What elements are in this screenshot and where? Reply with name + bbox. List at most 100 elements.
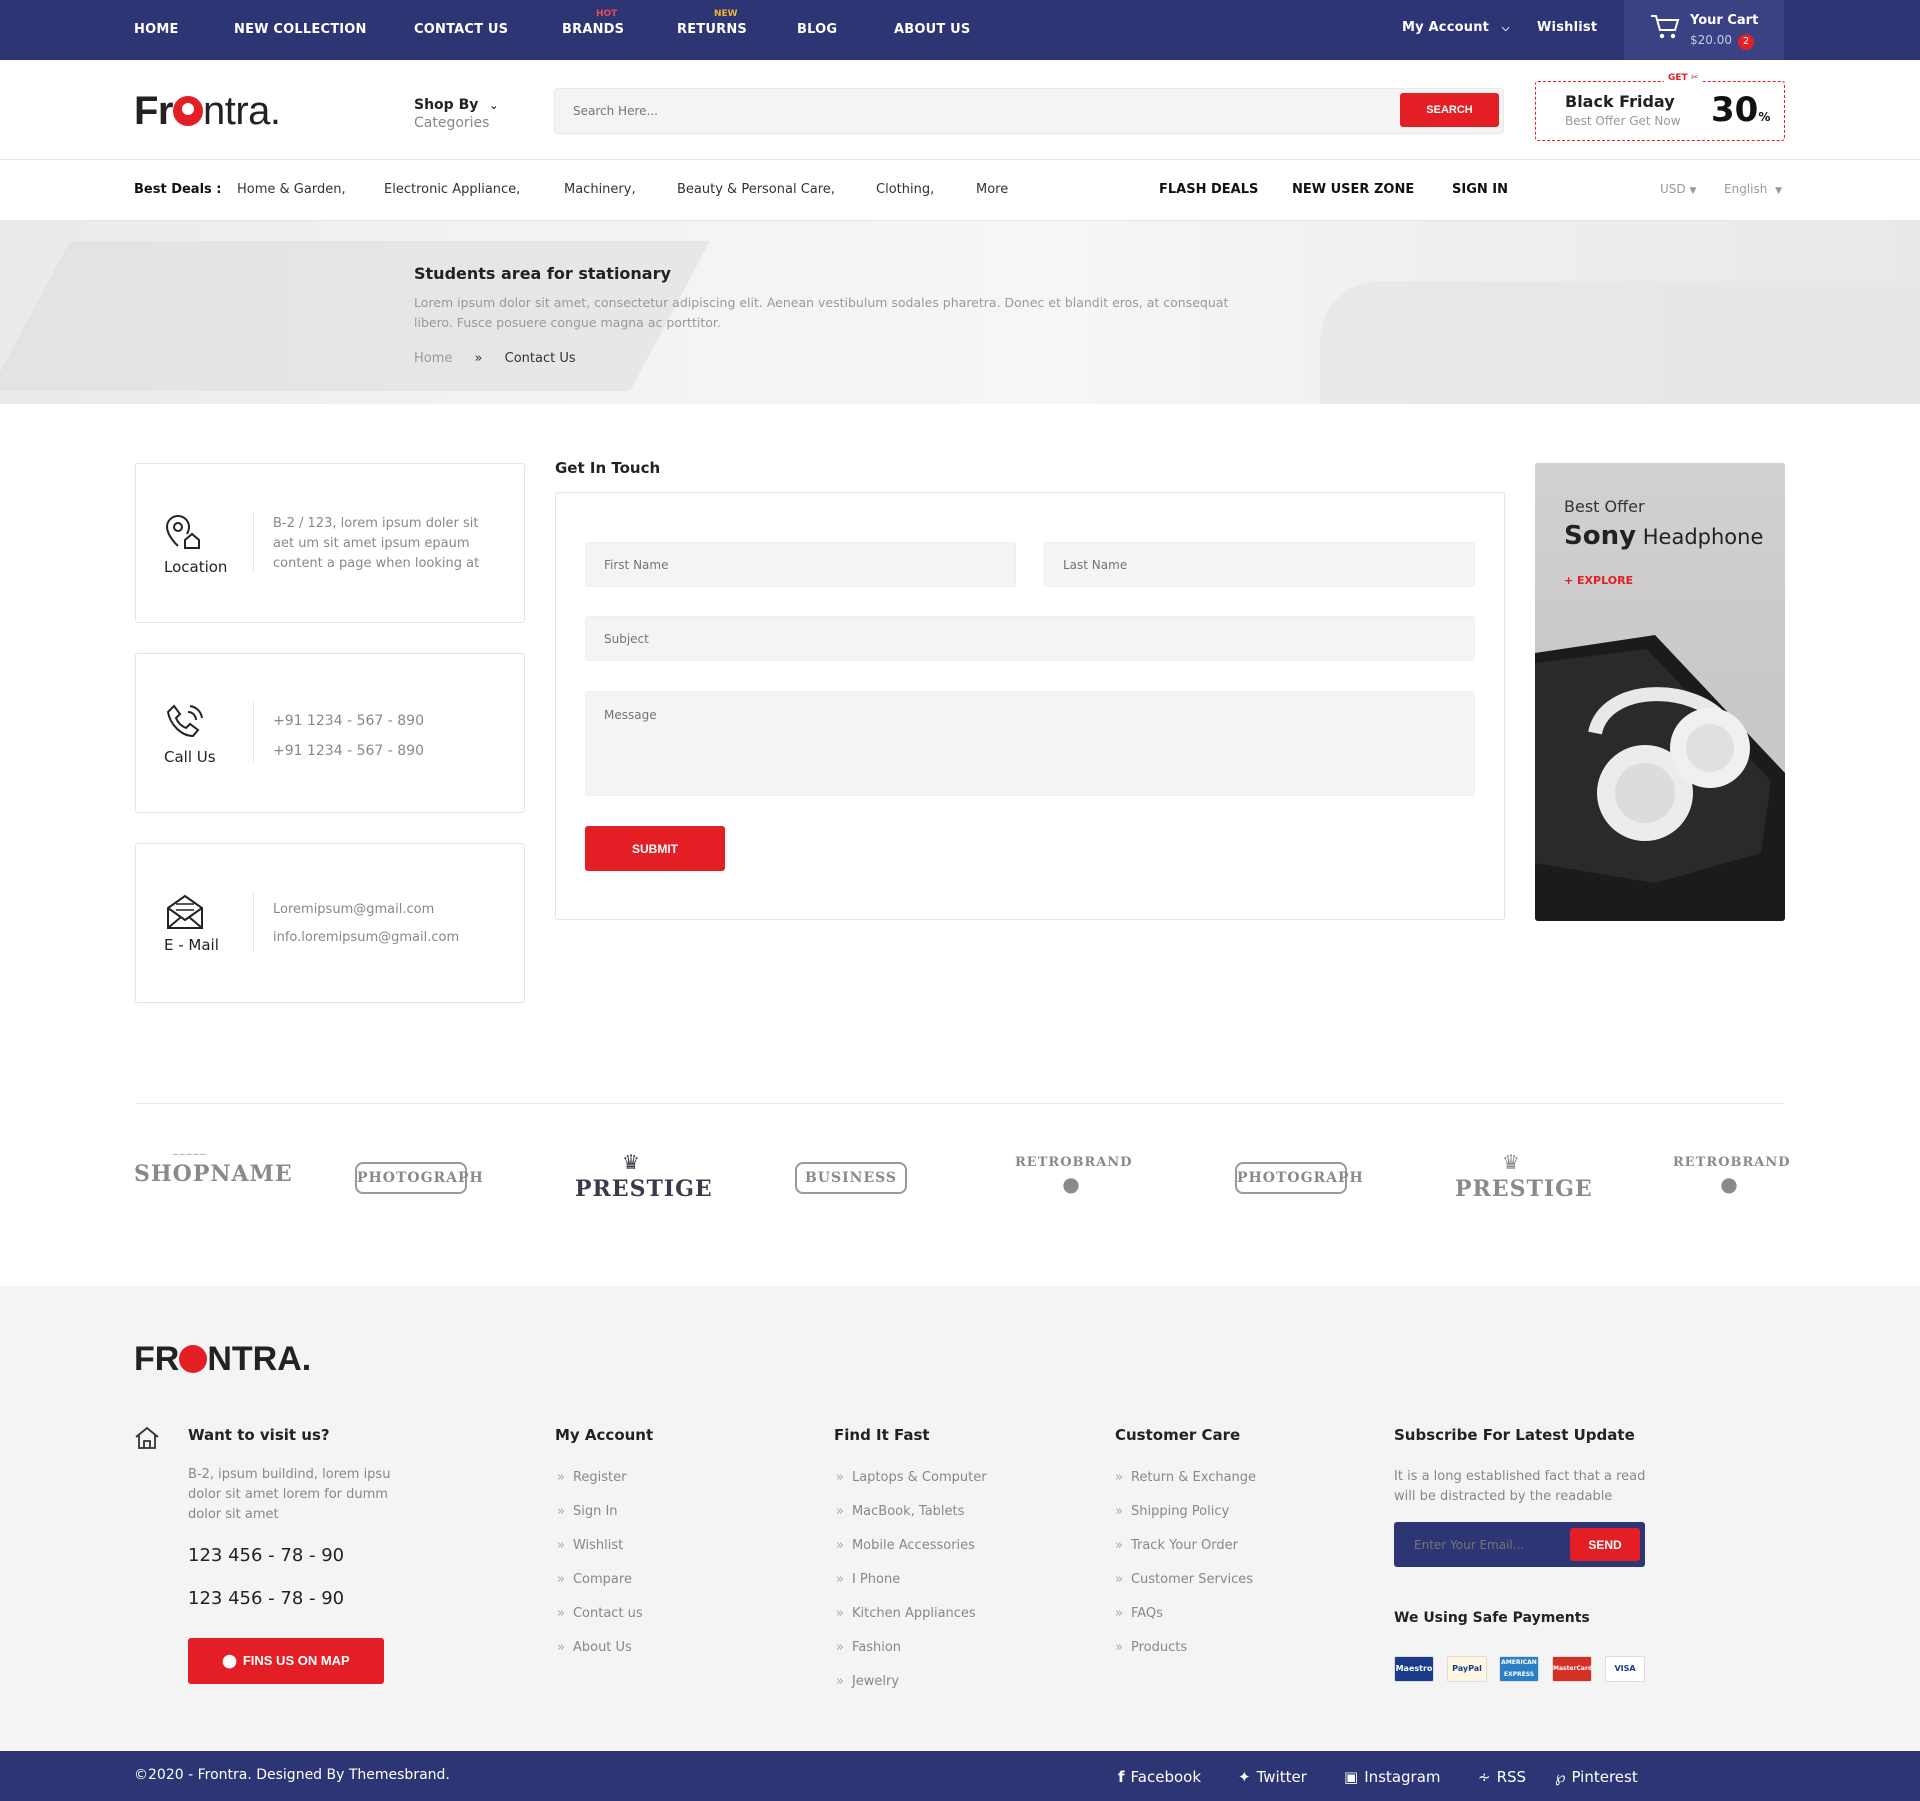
site-logo[interactable]: Fr ntra. <box>134 88 281 134</box>
footer-link-macbook[interactable]: MacBook, Tablets <box>836 1504 964 1519</box>
cart-count-badge: 2 <box>1738 34 1754 50</box>
footer-link-customer-services[interactable]: Customer Services <box>1115 1572 1253 1587</box>
pinterest-link[interactable]: ℘ Pinterest <box>1555 1768 1638 1786</box>
my-account-title: My Account <box>555 1426 654 1444</box>
email-address[interactable]: info.loremipsum@gmail.com <box>273 924 459 952</box>
deal-more[interactable]: More <box>976 182 1008 197</box>
facebook-link[interactable]: f Facebook <box>1118 1768 1201 1786</box>
message-field[interactable] <box>585 691 1475 796</box>
subscribe-email-input[interactable] <box>1394 1522 1564 1567</box>
call-card: Call Us +91 1234 - 567 - 890 +91 1234 - … <box>135 653 525 813</box>
deal-electronic-appliance[interactable]: Electronic Appliance, <box>384 182 520 197</box>
footer-link-shipping-policy[interactable]: Shipping Policy <box>1115 1504 1229 1519</box>
nav-new-collection[interactable]: NEW COLLECTION <box>234 22 367 37</box>
subscribe-form: SEND <box>1394 1522 1645 1567</box>
envelope-icon <box>167 894 203 929</box>
footer-phone[interactable]: 123 456 - 78 - 90 <box>188 1588 344 1609</box>
email-address[interactable]: Loremipsum@gmail.com <box>273 896 459 924</box>
visa-icon: VISA <box>1605 1656 1645 1682</box>
deal-machinery[interactable]: Machinery, <box>564 182 636 197</box>
instagram-icon: ▣ <box>1344 1768 1359 1786</box>
brand-logo[interactable]: PHOTOGRAPH <box>355 1150 483 1230</box>
send-button[interactable]: SEND <box>1570 1528 1640 1561</box>
shop-by-categories[interactable]: Shop By ⌄ Categories <box>414 97 498 131</box>
divider <box>253 512 254 572</box>
footer-link-laptops[interactable]: Laptops & Computer <box>836 1470 987 1485</box>
currency-select[interactable]: USD ▼ <box>1660 182 1696 196</box>
sign-in-link[interactable]: SIGN IN <box>1452 182 1508 197</box>
rss-link[interactable]: ∻ RSS <box>1478 1768 1526 1786</box>
footer-link-about-us[interactable]: About Us <box>557 1640 632 1655</box>
promo-get-label: GET ✂ <box>1664 73 1703 83</box>
brand-logo[interactable]: ♛ PRESTIGE <box>575 1150 712 1230</box>
my-account-dropdown[interactable]: My Account ⌵ <box>1402 20 1510 35</box>
copyright-text: ©2020 - Frontra. Designed By Themesbrand… <box>134 1767 450 1783</box>
footer-link-iphone[interactable]: I Phone <box>836 1572 900 1587</box>
last-name-field[interactable] <box>1044 542 1475 587</box>
nav-home[interactable]: HOME <box>134 22 179 37</box>
footer-link-compare[interactable]: Compare <box>557 1572 632 1587</box>
new-user-zone-link[interactable]: NEW USER ZONE <box>1292 182 1414 197</box>
best-offer-banner[interactable]: Best Offer Sony Headphone + EXPLORE <box>1535 463 1785 921</box>
nav-contact-us[interactable]: CONTACT US <box>414 22 508 37</box>
flash-deals-link[interactable]: FLASH DEALS <box>1159 182 1258 197</box>
promo-discount: 30% <box>1711 90 1771 130</box>
footer-link-register[interactable]: Register <box>557 1470 627 1485</box>
footer-link-contact-us[interactable]: Contact us <box>557 1606 643 1621</box>
brand-logo[interactable]: PHOTOGRAPH <box>1235 1150 1363 1230</box>
call-label: Call Us <box>164 748 216 766</box>
find-us-on-map-button[interactable]: ⬤ FINS US ON MAP <box>188 1638 384 1684</box>
submit-button[interactable]: SUBMIT <box>585 826 725 871</box>
phone-number[interactable]: +91 1234 - 567 - 890 <box>273 736 424 766</box>
wishlist-link[interactable]: Wishlist <box>1537 20 1597 35</box>
footer-link-return-exchange[interactable]: Return & Exchange <box>1115 1470 1256 1485</box>
promo-subtitle: Best Offer Get Now <box>1565 114 1681 128</box>
footer-logo[interactable]: FR NTRA. <box>134 1336 311 1382</box>
footer-link-products[interactable]: Products <box>1115 1640 1187 1655</box>
brand-logo[interactable]: BUSINESS <box>795 1150 907 1230</box>
customer-care-title: Customer Care <box>1115 1426 1241 1444</box>
top-navigation-bar: HOME NEW COLLECTION CONTACT US HOT BRAND… <box>0 0 1920 60</box>
footer-link-sign-in[interactable]: Sign In <box>557 1504 618 1519</box>
banner-title: Students area for stationary <box>414 264 671 283</box>
twitter-link[interactable]: ✦ Twitter <box>1238 1768 1307 1786</box>
nav-brands[interactable]: BRANDS <box>562 22 624 37</box>
footer-link-fashion[interactable]: Fashion <box>836 1640 901 1655</box>
desk-objects-image <box>1320 281 1920 404</box>
footer-link-kitchen-appliances[interactable]: Kitchen Appliances <box>836 1606 976 1621</box>
footer-link-faqs[interactable]: FAQs <box>1115 1606 1163 1621</box>
apple-icon: ● <box>1720 1172 1738 1196</box>
deal-home-garden[interactable]: Home & Garden, <box>237 182 346 197</box>
bottom-bar: ©2020 - Frontra. Designed By Themesbrand… <box>0 1751 1920 1801</box>
breadcrumb-home[interactable]: Home <box>414 351 452 366</box>
footer-link-mobile-accessories[interactable]: Mobile Accessories <box>836 1538 975 1553</box>
footer-link-jewelry[interactable]: Jewelry <box>836 1674 899 1689</box>
footer-phone[interactable]: 123 456 - 78 - 90 <box>188 1545 344 1566</box>
crown-icon: ♛ <box>1502 1150 1520 1174</box>
black-friday-promo[interactable]: GET ✂ Black Friday Best Offer Get Now 30… <box>1535 73 1785 141</box>
phone-number[interactable]: +91 1234 - 567 - 890 <box>273 706 424 736</box>
brand-logo[interactable]: ♛ PRESTIGE <box>1455 1150 1592 1230</box>
language-select[interactable]: English ▼ <box>1724 182 1782 196</box>
breadcrumb-current: Contact Us <box>504 351 576 366</box>
search-input[interactable] <box>554 88 1504 134</box>
nav-about-us[interactable]: ABOUT US <box>894 22 971 37</box>
nav-returns[interactable]: RETURNS <box>677 22 747 37</box>
cart-total: $20.00 2 <box>1690 33 1754 50</box>
deal-clothing[interactable]: Clothing, <box>876 182 934 197</box>
search-button[interactable]: SEARCH <box>1400 93 1499 127</box>
nav-blog[interactable]: BLOG <box>797 22 837 37</box>
footer-link-wishlist[interactable]: Wishlist <box>557 1538 623 1553</box>
subscribe-text: It is a long established fact that a rea… <box>1394 1469 1646 1504</box>
subject-field[interactable] <box>585 616 1475 661</box>
cart-button[interactable]: Your Cart $20.00 2 <box>1624 0 1784 60</box>
brand-logo[interactable]: RETROBRAND ● <box>1015 1150 1132 1230</box>
footer-link-track-order[interactable]: Track Your Order <box>1115 1538 1238 1553</box>
brand-logo[interactable]: RETROBRAND ● <box>1673 1150 1790 1230</box>
instagram-link[interactable]: ▣ Instagram <box>1344 1768 1441 1786</box>
deal-beauty-personal-care[interactable]: Beauty & Personal Care, <box>677 182 835 197</box>
brand-logo[interactable]: ───── SHOPNAME <box>134 1150 292 1230</box>
explore-link[interactable]: + EXPLORE <box>1564 574 1633 587</box>
first-name-field[interactable] <box>585 542 1016 587</box>
get-in-touch-title: Get In Touch <box>555 459 661 477</box>
